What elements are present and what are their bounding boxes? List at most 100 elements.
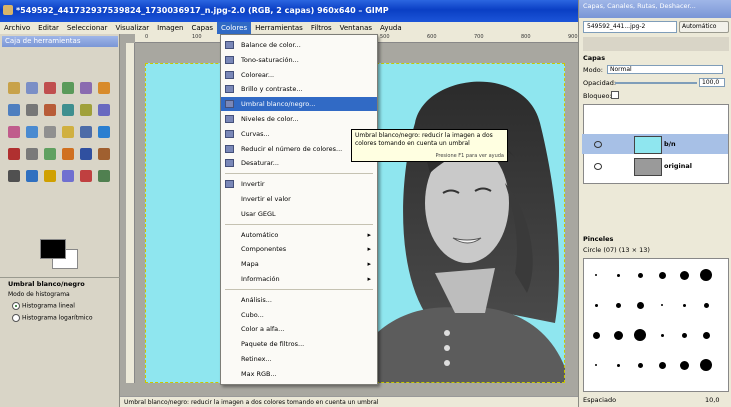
menu-item-balance-de-color[interactable]: Balance de color...	[221, 38, 377, 52]
brush-preset[interactable]	[613, 330, 623, 340]
menu-ayuda[interactable]: Ayuda	[376, 22, 406, 34]
tool-icon[interactable]	[80, 126, 92, 138]
menu-item-brillo-y-contraste[interactable]: Brillo y contraste...	[221, 82, 377, 96]
radio-histogram-linear[interactable]: Histograma lineal	[12, 302, 112, 312]
tool-icon[interactable]	[98, 82, 110, 94]
brush-preset[interactable]	[700, 359, 712, 371]
brush-grid[interactable]	[583, 258, 729, 392]
tool-icon[interactable]	[8, 104, 20, 116]
dock-tab-strip[interactable]	[583, 37, 729, 51]
menu-item-tono-saturaci-n[interactable]: Tono-saturación...	[221, 53, 377, 67]
menu-item-an-lisis[interactable]: Análisis...	[221, 293, 377, 307]
tool-icon[interactable]	[44, 82, 56, 94]
menu-item-retinex[interactable]: Retinex...	[221, 352, 377, 366]
image-select-dropdown[interactable]: 549592_441...jpg-2	[583, 21, 677, 33]
mode-select[interactable]: Normal	[607, 65, 723, 74]
brush-preset[interactable]	[616, 363, 620, 367]
tool-icon[interactable]	[26, 126, 38, 138]
brush-preset[interactable]	[592, 331, 600, 339]
menu-editar[interactable]: Editar	[34, 22, 63, 34]
menu-capas[interactable]: Capas	[187, 22, 217, 34]
menu-ventanas[interactable]: Ventanas	[336, 22, 376, 34]
brush-preset[interactable]	[679, 360, 689, 370]
tool-icon[interactable]	[80, 104, 92, 116]
lock-checkbox[interactable]	[611, 91, 619, 99]
tool-icon[interactable]	[80, 148, 92, 160]
brush-preset[interactable]	[595, 364, 597, 366]
menu-item-paquete-de-filtros[interactable]: Paquete de filtros...	[221, 337, 377, 351]
menu-item-mapa[interactable]: Mapa ▸	[221, 257, 377, 271]
tool-icon[interactable]	[44, 126, 56, 138]
menu-item-invertir[interactable]: Invertir	[221, 177, 377, 191]
brush-preset[interactable]	[661, 304, 663, 306]
menu-item-autom-tico[interactable]: Automático ▸	[221, 228, 377, 242]
foreground-color-swatch[interactable]	[40, 239, 66, 259]
menu-item-informaci-n[interactable]: Información ▸	[221, 272, 377, 286]
tool-icon[interactable]	[26, 104, 38, 116]
tool-icon[interactable]	[98, 148, 110, 160]
menu-filtros[interactable]: Filtros	[307, 22, 336, 34]
opacity-field[interactable]: 100,0	[699, 78, 725, 87]
menu-herramientas[interactable]: Herramientas	[251, 22, 307, 34]
tool-icon[interactable]	[44, 148, 56, 160]
menu-colores[interactable]: Colores	[217, 22, 252, 34]
eye-visibility-icon[interactable]	[594, 141, 602, 148]
tool-icon[interactable]	[80, 170, 92, 182]
tool-icon[interactable]	[62, 82, 74, 94]
brush-preset[interactable]	[682, 303, 686, 307]
tool-icon[interactable]	[98, 170, 110, 182]
menu-item-color-a-alfa[interactable]: Color a alfa...	[221, 322, 377, 336]
brush-preset[interactable]	[615, 302, 621, 308]
menu-archivo[interactable]: Archivo	[0, 22, 34, 34]
brush-preset[interactable]	[658, 271, 666, 279]
layer-row[interactable]: b/n	[582, 134, 728, 154]
brush-preset[interactable]	[658, 361, 666, 369]
tool-icon[interactable]	[62, 104, 74, 116]
menu-item-umbral-blanco-negro[interactable]: Umbral blanco/negro...	[221, 97, 377, 112]
brush-preset[interactable]	[679, 270, 689, 280]
tool-icon[interactable]	[98, 104, 110, 116]
menu-seleccionar[interactable]: Seleccionar	[63, 22, 112, 34]
tool-icon[interactable]	[80, 82, 92, 94]
menu-imagen[interactable]: Imagen	[153, 22, 187, 34]
vertical-ruler[interactable]	[126, 43, 135, 383]
brush-preset[interactable]	[660, 333, 664, 337]
radio-histogram-log[interactable]: Histograma logarítmico	[12, 314, 112, 324]
menu-item-colorear[interactable]: Colorear...	[221, 68, 377, 82]
tool-icon[interactable]	[8, 170, 20, 182]
tool-icon[interactable]	[8, 148, 20, 160]
brush-preset[interactable]	[634, 329, 646, 341]
eye-visibility-icon[interactable]	[594, 163, 602, 170]
tool-icon[interactable]	[8, 126, 20, 138]
brush-preset[interactable]	[637, 362, 643, 368]
layer-row[interactable]: original	[582, 156, 728, 176]
tool-icon[interactable]	[98, 126, 110, 138]
tool-icon[interactable]	[26, 82, 38, 94]
menu-visualizar[interactable]: Visualizar	[111, 22, 153, 34]
menu-item-niveles-de-color[interactable]: Niveles de color...	[221, 112, 377, 126]
brush-preset[interactable]	[594, 303, 598, 307]
tool-icon[interactable]	[62, 148, 74, 160]
brush-preset[interactable]	[700, 269, 712, 281]
brush-preset[interactable]	[681, 332, 687, 338]
menu-item-max-rgb[interactable]: Max RGB...	[221, 367, 377, 381]
opacity-slider[interactable]	[615, 82, 697, 84]
tool-icon[interactable]	[26, 170, 38, 182]
brush-preset[interactable]	[702, 331, 710, 339]
tool-icon[interactable]	[44, 104, 56, 116]
brush-preset[interactable]	[637, 272, 643, 278]
menu-item-usar-gegl[interactable]: Usar GEGL	[221, 207, 377, 221]
tool-icon[interactable]	[8, 82, 20, 94]
brush-preset[interactable]	[616, 273, 620, 277]
auto-button[interactable]: Automático	[679, 21, 729, 33]
tool-icon[interactable]	[44, 170, 56, 182]
menu-item-componentes[interactable]: Componentes ▸	[221, 242, 377, 256]
tool-icon[interactable]	[62, 170, 74, 182]
tool-icon[interactable]	[62, 126, 74, 138]
menu-item-invertir-el-valor[interactable]: Invertir el valor	[221, 192, 377, 206]
brush-preset[interactable]	[595, 274, 597, 276]
tool-icon[interactable]	[26, 148, 38, 160]
menu-item-cubo[interactable]: Cubo...	[221, 308, 377, 322]
brush-preset[interactable]	[703, 302, 709, 308]
brush-preset[interactable]	[636, 301, 644, 309]
